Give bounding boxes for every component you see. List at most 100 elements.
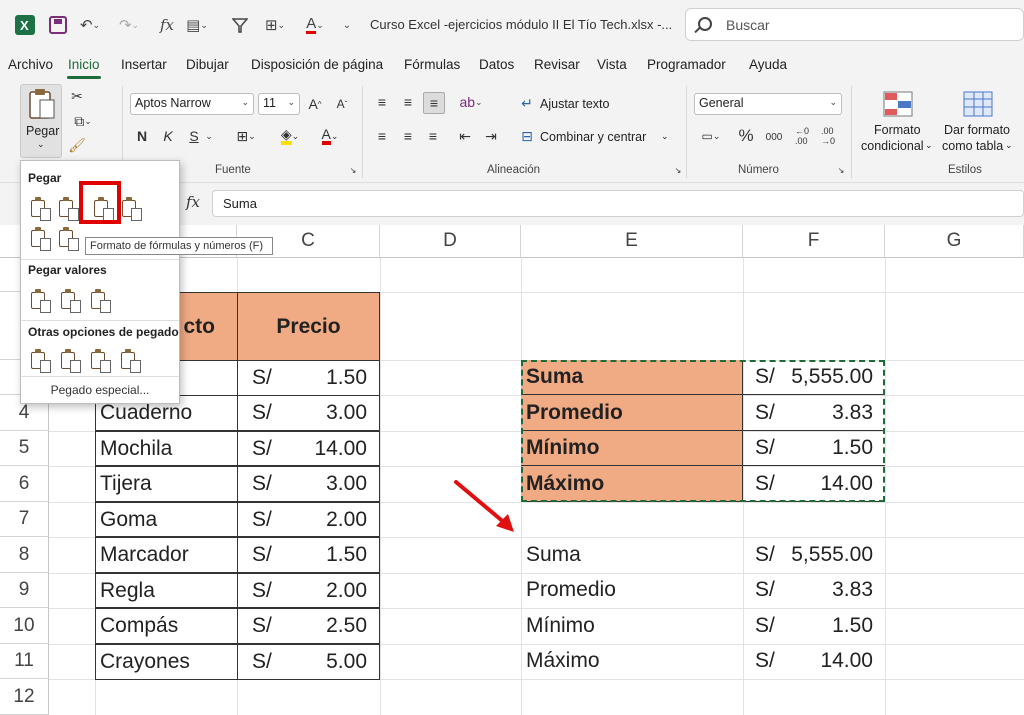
summary-label-cell[interactable]: Mínimo (521, 608, 743, 643)
font-color-button[interactable]: A ⌄ (312, 126, 348, 146)
paste-keep-widths-icon[interactable] (56, 227, 79, 251)
decrease-indent-icon[interactable]: ⇤ (455, 126, 475, 146)
orientation-icon[interactable]: ab ⌄ (455, 92, 487, 112)
summary-label-cell[interactable]: Suma (521, 537, 743, 572)
thousands-button[interactable]: 000 (762, 128, 786, 146)
copy-icon[interactable]: ⧉ ⌄ (68, 112, 98, 130)
tab-revisar[interactable]: Revisar (534, 57, 580, 72)
summary-label-cell[interactable]: Suma (521, 360, 743, 395)
summary-label-cell[interactable]: Promedio (521, 395, 743, 431)
summary-value-cell[interactable]: S/5,555.00 (743, 360, 885, 395)
product-name-cell[interactable]: Regla (95, 573, 238, 608)
tab-programador[interactable]: Programador (647, 57, 726, 72)
align-middle-icon[interactable]: ≡ (398, 92, 418, 112)
summary-label-cell[interactable]: Promedio (521, 572, 743, 608)
tab-formulas[interactable]: Fórmulas (404, 57, 460, 72)
price-cell[interactable]: S/1.50 (237, 360, 380, 396)
column-header-d[interactable]: D (380, 225, 521, 258)
italic-button[interactable]: K (160, 126, 176, 146)
decrease-decimal-icon[interactable]: .00 →0 (818, 126, 838, 146)
align-left-icon[interactable]: ≡ (372, 126, 392, 146)
tab-datos[interactable]: Datos (479, 57, 514, 72)
save-icon[interactable] (48, 13, 68, 37)
summary-value-cell[interactable]: S/14.00 (743, 466, 885, 502)
product-name-cell[interactable]: Tijera (95, 466, 238, 502)
tab-insertar[interactable]: Insertar (121, 57, 167, 72)
align-bottom-icon[interactable]: ≡ (423, 92, 445, 114)
tab-inicio[interactable]: Inicio (68, 57, 100, 72)
product-name-cell[interactable]: Goma (95, 502, 238, 537)
summary-value-cell[interactable]: S/5,555.00 (743, 537, 885, 572)
tab-vista[interactable]: Vista (597, 57, 627, 72)
paste-values-source-format-icon[interactable] (88, 289, 111, 313)
number-format-select[interactable]: General ⌄ (694, 93, 842, 115)
bold-button[interactable]: N (134, 126, 150, 146)
paste-values-number-format-icon[interactable] (58, 289, 81, 313)
paste-link-icon[interactable] (58, 349, 81, 373)
summary-value-cell[interactable]: S/3.83 (743, 572, 885, 608)
alignment-dialog-launcher-icon[interactable]: ↘ (673, 165, 683, 175)
summary-label-cell[interactable]: Mínimo (521, 431, 743, 466)
summary-value-cell[interactable]: S/1.50 (743, 431, 885, 466)
product-name-cell[interactable]: Mochila (95, 431, 238, 466)
conditional-format-label-1[interactable]: Formato (874, 123, 921, 137)
paste-special-item[interactable]: Pegado especial... (21, 383, 179, 397)
borders-icon[interactable]: ⊞ ⌄ (260, 13, 290, 37)
wrap-text-icon[interactable]: ↵ (518, 94, 536, 112)
undo-icon[interactable]: ↶ ⌄ (76, 13, 104, 37)
accounting-format-icon[interactable]: ▭ ⌄ (696, 126, 726, 146)
conditional-format-label-2[interactable]: condicional (861, 139, 924, 153)
tab-archivo[interactable]: Archivo (8, 57, 53, 72)
insert-function-icon[interactable]: fx (157, 13, 177, 37)
merge-center-button[interactable]: Combinar y centrar (540, 130, 646, 144)
font-size-select[interactable]: 11 ⌄ (258, 93, 300, 115)
form-icon[interactable]: ▤ ⌄ (182, 13, 212, 37)
row-header-10[interactable]: 10 (0, 608, 49, 644)
price-cell[interactable]: S/5.00 (237, 644, 380, 680)
summary-value-cell[interactable]: S/3.83 (743, 395, 885, 431)
row-header-6[interactable]: 6 (0, 466, 49, 502)
align-right-icon[interactable]: ≡ (423, 126, 443, 146)
paste-icon[interactable] (28, 197, 51, 221)
price-header-cell[interactable]: Precio (237, 292, 380, 361)
filter-icon[interactable] (230, 13, 250, 37)
decrease-font-icon[interactable]: Aˇ (333, 94, 351, 114)
product-name-cell[interactable]: Crayones (95, 644, 238, 680)
format-painter-icon[interactable]: 🖌 (68, 136, 86, 154)
underline-button[interactable]: S (186, 126, 202, 146)
price-cell[interactable]: S/2.00 (237, 502, 380, 537)
fill-color-icon[interactable]: ◈ ⌄ (272, 126, 308, 146)
paste-values-icon[interactable] (28, 289, 51, 313)
borders-button[interactable]: ⊞ ⌄ (228, 126, 264, 146)
column-header-e[interactable]: E (521, 225, 743, 258)
price-cell[interactable]: S/2.00 (237, 573, 380, 608)
price-cell[interactable]: S/14.00 (237, 431, 380, 466)
align-top-icon[interactable]: ≡ (372, 92, 392, 112)
font-color-icon[interactable]: A ⌄ (300, 13, 330, 37)
increase-font-icon[interactable]: A ^ (306, 94, 324, 114)
wrap-text-button[interactable]: Ajustar texto (540, 97, 609, 111)
product-name-cell[interactable]: Marcador (95, 537, 238, 573)
price-cell[interactable]: S/2.50 (237, 608, 380, 644)
cut-icon[interactable]: ✂ (68, 87, 86, 105)
column-header-f[interactable]: F (743, 225, 885, 258)
search-input[interactable]: Buscar (685, 8, 1024, 41)
price-cell[interactable]: S/3.00 (237, 395, 380, 431)
format-as-table-label-2[interactable]: como tabla (942, 139, 1003, 153)
row-header-11[interactable]: 11 (0, 644, 49, 679)
row-header-7[interactable]: 7 (0, 502, 49, 537)
row-header-5[interactable]: 5 (0, 431, 49, 466)
increase-decimal-icon[interactable]: ←0.00 (792, 126, 812, 146)
price-cell[interactable]: S/3.00 (237, 466, 380, 502)
percent-button[interactable]: % (736, 125, 756, 147)
paste-no-borders-icon[interactable] (28, 227, 51, 251)
increase-indent-icon[interactable]: ⇥ (481, 126, 501, 146)
underline-dropdown-icon[interactable]: ⌄ (204, 128, 214, 144)
paste-formulas-icon[interactable] (56, 197, 79, 221)
align-center-icon[interactable]: ≡ (398, 126, 418, 146)
summary-value-cell[interactable]: S/1.50 (743, 608, 885, 643)
row-header-12[interactable]: 12 (0, 679, 49, 715)
summary-label-cell[interactable]: Máximo (521, 466, 743, 502)
column-header-g[interactable]: G (885, 225, 1024, 258)
font-dialog-launcher-icon[interactable]: ↘ (348, 165, 358, 175)
